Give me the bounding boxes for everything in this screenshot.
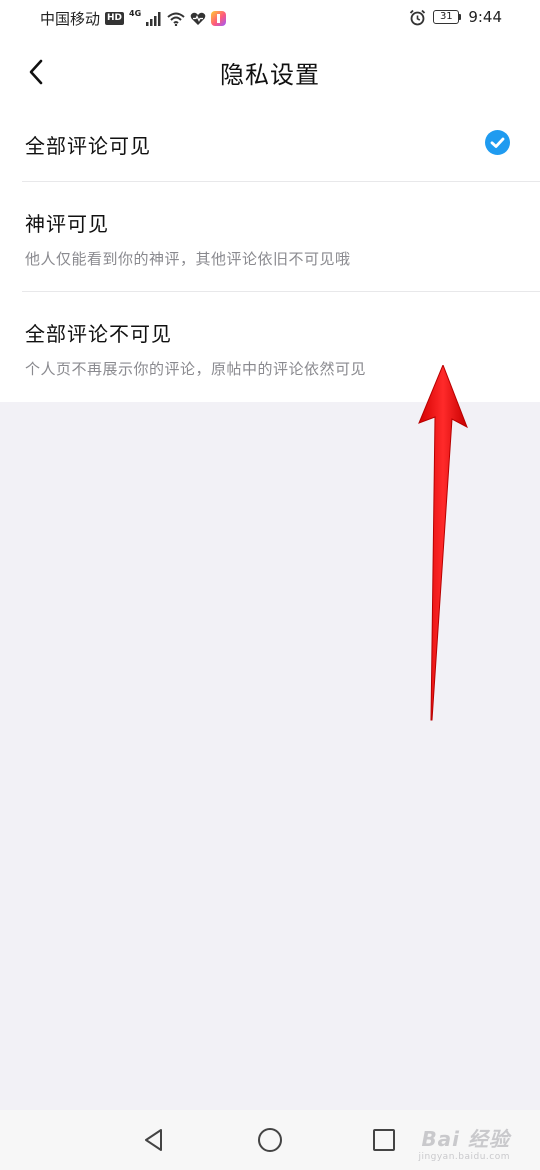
clock-time: 9:44 bbox=[468, 8, 502, 26]
battery-tip bbox=[459, 14, 462, 20]
status-bar-left: 中国移动 HD 4G bbox=[40, 8, 227, 29]
battery-icon: 31 bbox=[433, 10, 462, 24]
triangle-back-icon bbox=[145, 1129, 162, 1151]
option-god-comments-visible[interactable]: 神评可见 他人仅能看到你的神评，其他评论依旧不可见哦 bbox=[0, 182, 540, 292]
alarm-icon bbox=[410, 9, 426, 25]
option-title: 神评可见 bbox=[25, 212, 109, 236]
option-title: 全部评论不可见 bbox=[25, 322, 172, 346]
option-description: 他人仅能看到你的神评，其他评论依旧不可见哦 bbox=[25, 250, 351, 268]
option-description: 个人页不再展示你的评论，原帖中的评论依然可见 bbox=[25, 360, 367, 378]
carrier-name: 中国移动 bbox=[40, 10, 101, 28]
hd-badge: HD bbox=[105, 12, 125, 25]
nav-home-button[interactable] bbox=[254, 1124, 286, 1156]
nav-recents-button[interactable] bbox=[368, 1124, 400, 1156]
option-all-comments-hidden[interactable]: 全部评论不可见 个人页不再展示你的评论，原帖中的评论依然可见 bbox=[0, 292, 540, 402]
health-heart-icon bbox=[190, 12, 206, 25]
option-title: 全部评论可见 bbox=[25, 134, 151, 158]
status-bar-right: 31 9:44 bbox=[409, 8, 502, 26]
watermark: Bai 经验 jingyan.baidu.com bbox=[418, 1123, 510, 1162]
signal-icon bbox=[146, 11, 161, 26]
red-arrow-annotation bbox=[418, 365, 468, 721]
network-type: 4G bbox=[129, 9, 142, 18]
privacy-options-list: 全部评论可见 神评可见 他人仅能看到你的神评，其他评论依旧不可见哦 全部评论不可… bbox=[0, 106, 540, 402]
square-recents-icon bbox=[373, 1129, 395, 1151]
system-navigation-bar: Bai 经验 jingyan.baidu.com bbox=[0, 1110, 540, 1170]
battery-level: 31 bbox=[433, 10, 460, 24]
option-all-comments-visible[interactable]: 全部评论可见 bbox=[0, 106, 540, 182]
check-circle-icon bbox=[485, 130, 510, 155]
page-header: 隐私设置 bbox=[0, 38, 540, 106]
status-bar: 中国移动 HD 4G 31 9:44 bbox=[0, 0, 540, 38]
page-title: 隐私设置 bbox=[220, 61, 320, 89]
app-notification-icon bbox=[211, 11, 227, 26]
watermark-url: jingyan.baidu.com bbox=[418, 1152, 510, 1162]
nav-back-button[interactable] bbox=[138, 1124, 170, 1156]
wifi-icon bbox=[167, 12, 185, 26]
circle-home-icon bbox=[258, 1128, 282, 1152]
watermark-logo: Bai 经验 bbox=[421, 1127, 510, 1151]
